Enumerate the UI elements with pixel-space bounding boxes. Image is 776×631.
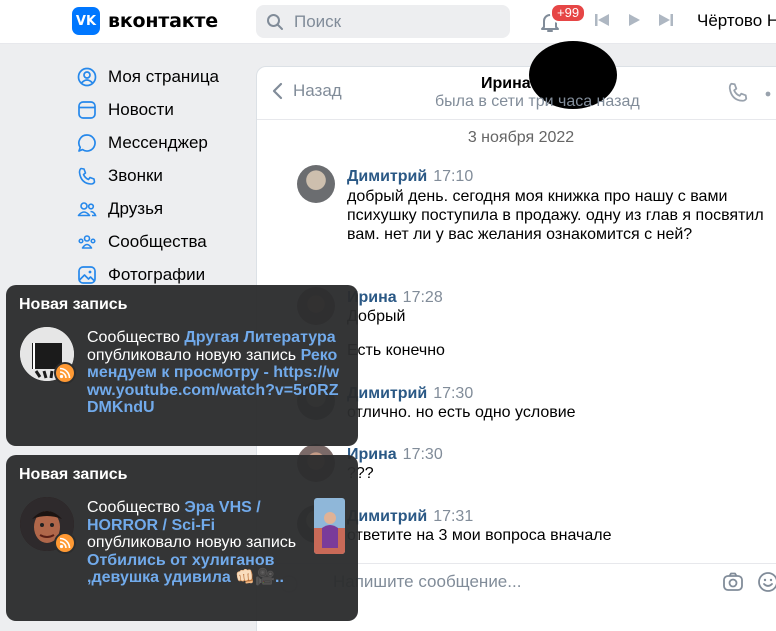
date-separator: 3 ноября 2022 — [467, 129, 575, 146]
search-icon — [267, 13, 283, 30]
next-track-icon[interactable] — [658, 12, 674, 28]
play-icon[interactable] — [626, 12, 642, 28]
sidebar-item-label: Новости — [108, 99, 174, 119]
message-time: 17:30 — [433, 385, 474, 402]
sidebar-item-label: Сообщества — [108, 231, 207, 251]
message-time: 17:31 — [433, 508, 474, 525]
notification-text: Сообщество Другая Литература опубликовал… — [87, 329, 347, 417]
rss-icon — [54, 362, 76, 384]
notification-prefix: Сообщество — [87, 499, 185, 516]
notification-text: Сообщество Эра VHS / HORROR / Sci-Fi опу… — [87, 499, 299, 587]
notification-title: Новая запись — [19, 466, 128, 483]
message-icon — [76, 132, 98, 154]
peer-name[interactable]: Ирина — [481, 75, 531, 93]
peer-status: была в сети три часа назад — [435, 93, 640, 110]
phone-icon[interactable] — [727, 81, 749, 103]
notification-title: Новая запись — [19, 296, 128, 313]
sidebar-item-label: Звонки — [108, 165, 163, 185]
previous-track-icon[interactable] — [594, 12, 610, 28]
message-group: Димитрий 17:31 ответите на 3 мои вопроса … — [347, 508, 776, 545]
rss-icon — [54, 532, 76, 554]
conversation-header: Назад Ирина была в сети три часа назад — [257, 41, 776, 120]
message-text: отлично. но есть одно условие — [347, 404, 576, 421]
friends-icon — [76, 198, 98, 220]
notification-count-badge: +99 — [550, 3, 587, 23]
audio-player-controls — [594, 12, 674, 28]
message-time: 17:30 — [402, 446, 443, 463]
message-group: Ирина 17:30 ??? — [347, 446, 776, 483]
message-author[interactable]: Димитрий — [347, 168, 427, 185]
left-sidebar: Моя страница Новости Мессенджер Звонки Д… — [70, 60, 250, 291]
message-text: Добрый — [347, 308, 406, 325]
user-circle-icon — [76, 66, 98, 88]
sidebar-item-communities[interactable]: Сообщества — [70, 225, 250, 258]
message-group: Димитрий 17:30 отлично. но есть одно усло… — [347, 385, 776, 422]
sidebar-item-label: Фотографии — [108, 264, 206, 284]
search-box[interactable] — [256, 5, 510, 38]
search-input[interactable] — [294, 11, 494, 32]
message-text: добрый день. сегодня моя книжка про нашу… — [347, 188, 764, 243]
vk-logo[interactable]: VK вконтакте — [72, 7, 218, 35]
post-link[interactable]: Отбились от хулиганов ,девушка удивила 👊… — [87, 552, 284, 587]
camera-icon[interactable] — [722, 571, 744, 593]
message-group: Димитрий 17:10 добрый день. сегодня моя к… — [347, 168, 776, 244]
notification-card[interactable]: Новая запись Сообщество Эра VHS / HORROR… — [6, 455, 358, 621]
message-text: ??? — [347, 465, 374, 482]
current-track-title[interactable]: Чёртово Н — [697, 11, 776, 31]
message-author[interactable]: Димитрий — [347, 508, 427, 525]
post-thumbnail[interactable] — [314, 498, 345, 554]
notification-middle: опубликовало новую запись — [87, 534, 297, 551]
message-author[interactable]: Димитрий — [347, 385, 427, 402]
notification-card[interactable]: Новая запись Сообщество Другая Литератур… — [6, 285, 358, 446]
message-text: Есть конечно — [347, 342, 445, 359]
sidebar-item-label: Мессенджер — [108, 132, 208, 152]
sidebar-item-news[interactable]: Новости — [70, 93, 250, 126]
community-link[interactable]: Другая Литература — [184, 329, 335, 346]
sidebar-item-label: Друзья — [108, 198, 164, 218]
more-dots-icon[interactable] — [765, 91, 771, 97]
message-group: Ирина 17:28 Добрый Есть конечно — [347, 289, 776, 360]
sidebar-item-calls[interactable]: Звонки — [70, 159, 250, 192]
notification-prefix: Сообщество — [87, 329, 185, 346]
back-label: Назад — [293, 81, 342, 100]
sidebar-item-label: Моя страница — [108, 66, 220, 86]
smile-icon[interactable] — [757, 571, 776, 593]
sidebar-item-my-page[interactable]: Моя страница — [70, 60, 250, 93]
top-header: VK вконтакте +99 Чёртово Н — [0, 0, 776, 44]
notification-middle: опубликовало новую запись — [87, 346, 301, 364]
message-input[interactable] — [333, 572, 693, 592]
photo-icon — [76, 264, 98, 286]
sidebar-item-friends[interactable]: Друзья — [70, 192, 250, 225]
news-icon — [76, 99, 98, 121]
message-time: 17:10 — [433, 168, 474, 185]
chevron-left-icon — [272, 82, 283, 100]
back-button[interactable]: Назад — [271, 81, 342, 101]
message-time: 17:28 — [402, 289, 443, 306]
sidebar-item-messenger[interactable]: Мессенджер — [70, 126, 250, 159]
avatar-dimitriy[interactable] — [297, 165, 335, 203]
vk-logo-icon: VK — [72, 7, 100, 35]
phone-icon — [76, 165, 98, 187]
message-text: ответите на 3 мои вопроса вначале — [347, 527, 612, 544]
vk-logo-text: вконтакте — [108, 10, 218, 32]
communities-icon — [76, 231, 98, 253]
